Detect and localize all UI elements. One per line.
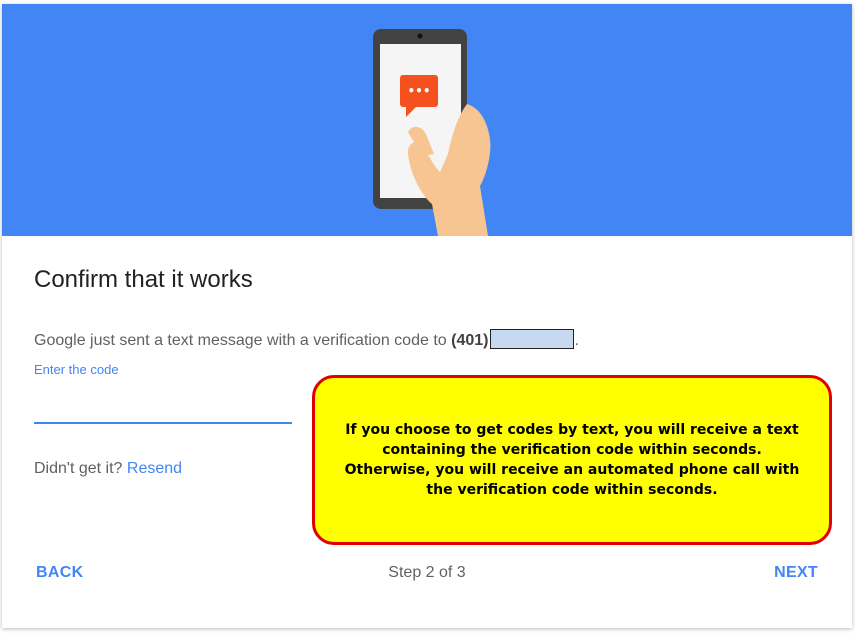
phone-with-chat-bubble-icon: ••• — [373, 29, 491, 236]
resend-prompt: Didn't get it? — [34, 460, 123, 477]
verification-card: ••• Confirm that it works Google just se… — [2, 4, 852, 628]
area-code: (401) — [451, 332, 489, 349]
verification-message: Google just sent a text message with a v… — [34, 329, 579, 350]
phone-camera — [417, 33, 423, 39]
resend-link[interactable]: Resend — [127, 460, 182, 477]
resend-row: Didn't get it? Resend — [34, 460, 182, 478]
redacted-phone-number — [490, 329, 575, 349]
next-button[interactable]: NEXT — [774, 564, 818, 582]
step-indicator: Step 2 of 3 — [388, 564, 466, 581]
message-end: . — [574, 332, 579, 349]
tutorial-callout: If you choose to get codes by text, you … — [312, 375, 832, 545]
page-title: Confirm that it works — [34, 266, 253, 293]
message-text: Google just sent a text message with a v… — [34, 332, 447, 349]
hero-banner: ••• — [2, 4, 852, 236]
callout-text: If you choose to get codes by text, you … — [344, 422, 800, 498]
chat-dots: ••• — [407, 84, 430, 98]
code-field-label: Enter the code — [34, 362, 119, 377]
verification-code-input[interactable] — [34, 394, 292, 424]
